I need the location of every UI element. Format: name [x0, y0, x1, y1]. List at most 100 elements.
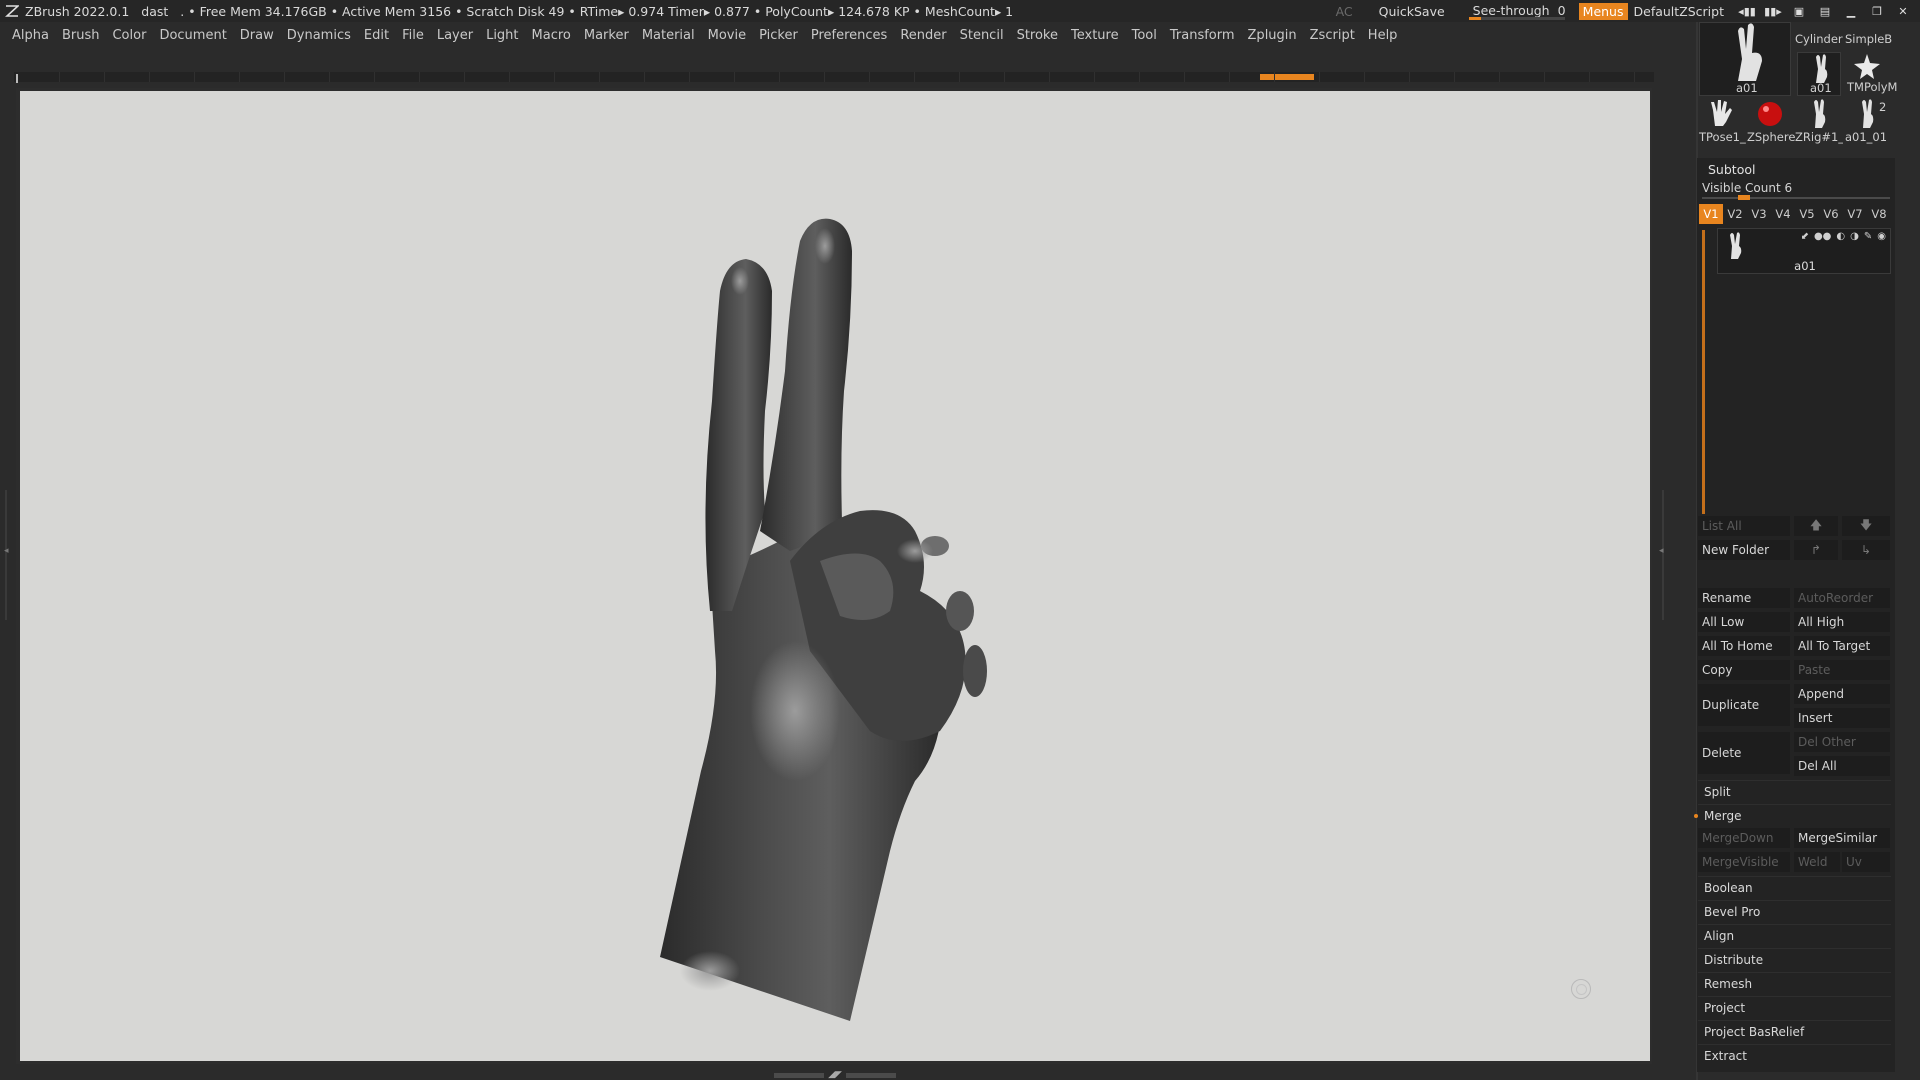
menu-layer[interactable]: Layer [437, 28, 473, 43]
move-down-button[interactable]: 🡇 [1842, 516, 1890, 536]
merge-down-button[interactable]: MergeDown [1698, 828, 1790, 848]
arrow-left-toggle-icon[interactable]: ◂▮▮ [1738, 4, 1756, 18]
tool-a01-01[interactable]: 2 a01_01 [1843, 98, 1891, 146]
split-section[interactable]: Split [1698, 780, 1891, 802]
menu-render[interactable]: Render [900, 28, 946, 43]
version-button-v1[interactable]: V1 [1699, 204, 1723, 224]
copy-button[interactable]: Copy [1698, 660, 1790, 680]
auto-reorder-button[interactable]: AutoReorder [1794, 588, 1890, 608]
menu-marker[interactable]: Marker [584, 28, 629, 43]
tool-tmpoly[interactable]: TMPolyM [1843, 52, 1897, 96]
menu-stencil[interactable]: Stencil [960, 28, 1004, 43]
version-button-v2[interactable]: V2 [1723, 204, 1747, 224]
all-to-home-button[interactable]: All To Home [1698, 636, 1790, 656]
delete-button[interactable]: Delete [1698, 732, 1790, 774]
tool-tpose[interactable]: TPose1_ [1699, 98, 1746, 146]
merge-visible-button[interactable]: MergeVisible [1698, 852, 1790, 872]
menu-zscript[interactable]: Zscript [1310, 28, 1355, 43]
menu-picker[interactable]: Picker [759, 28, 798, 43]
menu-preferences[interactable]: Preferences [811, 28, 887, 43]
transparency-icon[interactable]: ◑ [1850, 231, 1859, 242]
list-all-button[interactable]: List All [1698, 516, 1790, 536]
move-up-button[interactable]: 🡅 [1794, 516, 1838, 536]
restore-icon[interactable]: ❐ [1868, 4, 1886, 18]
tool-zrig[interactable]: ZRig#1_ [1795, 98, 1844, 146]
ac-toggle[interactable]: AC [1336, 4, 1353, 19]
boolean-section[interactable]: Boolean [1698, 876, 1891, 898]
right-tray-handle[interactable]: ◂ [1659, 490, 1667, 620]
layout-alt-icon[interactable]: ▤ [1816, 4, 1834, 18]
subtool-list-scrollbar[interactable] [1702, 230, 1705, 514]
all-to-target-button[interactable]: All To Target [1794, 636, 1890, 656]
menu-light[interactable]: Light [486, 28, 518, 43]
close-icon[interactable]: ✕ [1894, 4, 1912, 18]
merge-similar-button[interactable]: MergeSimilar [1794, 828, 1890, 848]
menu-dynamics[interactable]: Dynamics [287, 28, 351, 43]
visible-count-thumb[interactable] [1738, 195, 1750, 200]
version-button-v8[interactable]: V8 [1867, 204, 1891, 224]
all-low-button[interactable]: All Low [1698, 612, 1790, 632]
minimize-icon[interactable]: ▁ [1842, 4, 1860, 18]
menu-transform[interactable]: Transform [1170, 28, 1235, 43]
default-zscript-button[interactable]: DefaultZScript [1634, 4, 1725, 19]
tool-a01-small[interactable]: a01 [1797, 52, 1841, 96]
arrow-right-toggle-icon[interactable]: ▮▮▸ [1764, 4, 1782, 18]
remesh-section[interactable]: Remesh [1698, 972, 1891, 994]
menu-macro[interactable]: Macro [532, 28, 571, 43]
arrow-down-icon[interactable]: ⬋ [1801, 231, 1809, 242]
menus-toggle-button[interactable]: Menus [1578, 2, 1628, 20]
extract-section[interactable]: Extract [1698, 1044, 1891, 1066]
menu-texture[interactable]: Texture [1071, 28, 1119, 43]
menu-edit[interactable]: Edit [364, 28, 389, 43]
current-tool-thumb[interactable]: a01 [1699, 22, 1791, 96]
subtool-title[interactable]: Subtool [1708, 162, 1755, 177]
del-other-button[interactable]: Del Other [1794, 732, 1890, 752]
menu-tool[interactable]: Tool [1132, 28, 1157, 43]
menu-help[interactable]: Help [1368, 28, 1398, 43]
menu-file[interactable]: File [402, 28, 424, 43]
polypaint-toggle-icon[interactable]: ●● [1814, 231, 1831, 242]
menu-stroke[interactable]: Stroke [1017, 28, 1058, 43]
navigation-gizmo[interactable] [1571, 979, 1591, 999]
menu-zplugin[interactable]: Zplugin [1248, 28, 1297, 43]
menu-material[interactable]: Material [642, 28, 695, 43]
menu-movie[interactable]: Movie [708, 28, 746, 43]
menu-draw[interactable]: Draw [240, 28, 274, 43]
weld-button[interactable]: Weld [1794, 852, 1840, 872]
align-section[interactable]: Align [1698, 924, 1891, 946]
project-basrelief-section[interactable]: Project BasRelief [1698, 1020, 1891, 1042]
tool-cylinder[interactable]: Cylinder [1795, 22, 1843, 52]
menu-alpha[interactable]: Alpha [12, 28, 49, 43]
see-through-slider[interactable]: See-through 0 [1467, 2, 1567, 20]
hand-model[interactable] [20, 91, 1650, 1061]
menu-brush[interactable]: Brush [62, 28, 100, 43]
project-section[interactable]: Project [1698, 996, 1891, 1018]
duplicate-button[interactable]: Duplicate [1698, 684, 1790, 726]
subtool-item[interactable]: ⬋ ●● ◐ ◑ ✎ ◉ a01 [1717, 228, 1891, 274]
solo-icon[interactable]: ◐ [1836, 231, 1845, 242]
folder-down-button[interactable]: ↳ [1842, 540, 1890, 560]
new-folder-button[interactable]: New Folder [1698, 540, 1790, 560]
merge-section[interactable]: Merge [1694, 804, 1891, 826]
bevel-pro-section[interactable]: Bevel Pro [1698, 900, 1891, 922]
folder-up-button[interactable]: ↱ [1794, 540, 1838, 560]
all-high-button[interactable]: All High [1794, 612, 1890, 632]
distribute-section[interactable]: Distribute [1698, 948, 1891, 970]
bottom-tray-handle[interactable]: ◢◤ [770, 1070, 900, 1080]
document-canvas[interactable] [20, 91, 1650, 1061]
version-button-v5[interactable]: V5 [1795, 204, 1819, 224]
quicksave-button[interactable]: QuickSave [1379, 4, 1445, 19]
visible-count-track[interactable] [1702, 197, 1890, 199]
tool-simpleb[interactable]: SimpleB [1843, 22, 1892, 52]
left-tray-handle[interactable]: ◂ [3, 490, 11, 620]
paste-button[interactable]: Paste [1794, 660, 1890, 680]
version-button-v4[interactable]: V4 [1771, 204, 1795, 224]
insert-button[interactable]: Insert [1794, 708, 1890, 728]
eye-icon[interactable]: ◉ [1877, 231, 1886, 242]
menu-document[interactable]: Document [159, 28, 226, 43]
version-button-v6[interactable]: V6 [1819, 204, 1843, 224]
append-button[interactable]: Append [1794, 684, 1890, 704]
uv-button[interactable]: Uv [1842, 852, 1890, 872]
visible-count-slider[interactable]: Visible Count 6 [1702, 181, 1792, 195]
del-all-button[interactable]: Del All [1794, 756, 1890, 776]
